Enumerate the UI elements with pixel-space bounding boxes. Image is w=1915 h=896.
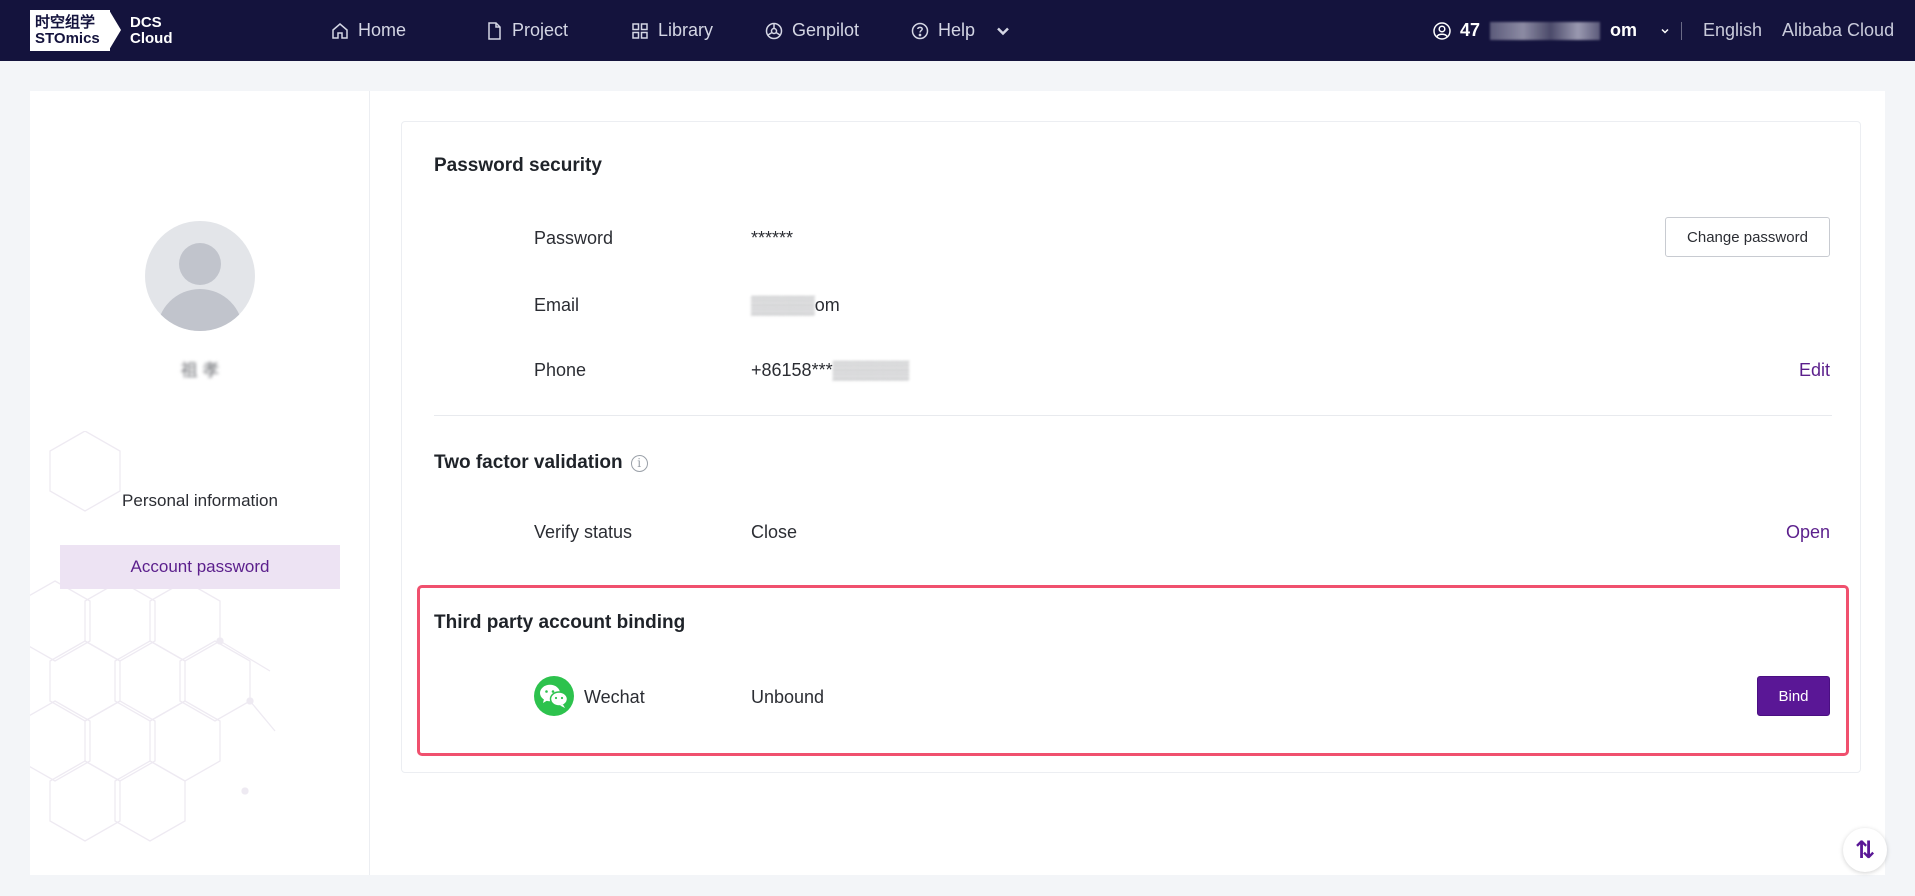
phone-label: Phone [534, 360, 587, 380]
change-password-button[interactable]: Change password [1665, 217, 1830, 257]
wechat-bubbles-icon [540, 684, 569, 708]
section-title-password-security: Password security [434, 155, 602, 177]
section-title-third-party: Third party account binding [434, 612, 685, 634]
email-blurred: ▒▒▒▒▒ [751, 295, 815, 315]
password-value: ****** [751, 228, 794, 248]
user-email-blurred [1490, 21, 1601, 40]
email-label: Email [534, 295, 580, 315]
logo-product-name: DCS Cloud [122, 10, 173, 51]
language-label: English [1703, 20, 1763, 40]
logo-cn-text: 时空组学 [35, 13, 96, 31]
help-icon [911, 22, 929, 39]
sidebar-item-label: Personal information [122, 491, 278, 510]
section-title-two-factor: Two factor validation i [434, 452, 648, 474]
wechat-label: Wechat [584, 687, 645, 707]
user-email-prefix: 47 [1460, 20, 1481, 40]
section-title-text: Password security [434, 155, 602, 176]
nav-genpilot[interactable]: Genpilot [764, 20, 859, 41]
edit-phone-link[interactable]: Edit [1799, 360, 1830, 381]
scroll-toggle-button[interactable]: ⇅ [1843, 828, 1887, 872]
email-value: ▒▒▒▒▒om [751, 295, 840, 316]
sidebar-item-account-password[interactable]: Account password [60, 545, 340, 589]
nav-project-label: Project [512, 20, 569, 40]
nav-help-dropdown[interactable]: Help [910, 20, 1013, 41]
chevron-down-icon [1661, 28, 1669, 34]
nav-library-label: Library [658, 20, 714, 40]
verify-status-label: Verify status [534, 522, 633, 542]
section-title-text: Two factor validation [434, 452, 623, 473]
wechat-binding-status: Unbound [751, 687, 825, 707]
cloud-region-label: Alibaba Cloud [1782, 20, 1895, 40]
avatar-head-shape [179, 243, 221, 285]
grid-icon [632, 22, 648, 39]
user-display-name: 祖 孝 [180, 361, 220, 380]
user-email-suffix: om [1610, 20, 1638, 40]
section-title-text: Third party account binding [434, 612, 686, 633]
wechat-icon [534, 676, 574, 716]
user-account-dropdown[interactable]: 47 om [1432, 0, 1671, 61]
sidebar-item-personal-information[interactable]: Personal information [60, 479, 340, 523]
cloud-region-switch[interactable]: Alibaba Cloud [1782, 0, 1894, 61]
logo-product-line1: DCS [130, 13, 162, 31]
account-security-card: Password security Password ****** Change… [401, 121, 1861, 773]
phone-blurred: ▒▒▒▒▒▒ [832, 360, 910, 380]
header-divider [1681, 22, 1682, 40]
nav-project[interactable]: Project [484, 20, 568, 41]
logo-chevron-shape [109, 10, 122, 51]
password-label: Password [534, 228, 614, 248]
top-navigation-bar: 时空组学 STOmics DCS Cloud Home Project Libr… [0, 0, 1915, 61]
main-content: Password security Password ****** Change… [370, 91, 1885, 875]
phone-value: +86158***▒▒▒▒▒▒ [751, 360, 909, 381]
info-icon[interactable]: i [630, 454, 648, 472]
genpilot-icon [765, 22, 783, 39]
language-switch[interactable]: English [1703, 0, 1762, 61]
stomics-logo[interactable]: 时空组学 STOmics DCS Cloud [30, 10, 173, 51]
highlight-annotation-box [417, 585, 1849, 756]
logo-en-text: STOmics [35, 29, 100, 47]
user-avatar[interactable] [145, 221, 255, 331]
avatar-body-shape [157, 289, 243, 331]
bind-wechat-button[interactable]: Bind [1757, 676, 1830, 716]
logo-mark: 时空组学 STOmics [30, 10, 110, 51]
email-value-suffix: om [814, 295, 840, 315]
verify-status-value: Close [751, 522, 798, 542]
user-circle-icon [1433, 21, 1451, 40]
open-two-factor-link[interactable]: Open [1786, 522, 1830, 543]
section-divider [434, 415, 1832, 416]
chevron-down-icon [997, 27, 1009, 35]
home-icon [332, 22, 348, 39]
nav-help-label: Help [938, 20, 976, 40]
logo-product-line2: Cloud [130, 29, 173, 47]
sidebar-item-label: Account password [130, 557, 270, 576]
phone-value-prefix: +86158*** [751, 360, 833, 380]
account-sidebar: 祖 孝 Personal information Account passwor… [30, 91, 370, 875]
document-icon [488, 21, 501, 40]
nav-home-label: Home [358, 20, 407, 40]
nav-library[interactable]: Library [630, 20, 713, 41]
nav-genpilot-label: Genpilot [792, 20, 860, 40]
nav-home[interactable]: Home [330, 20, 406, 41]
